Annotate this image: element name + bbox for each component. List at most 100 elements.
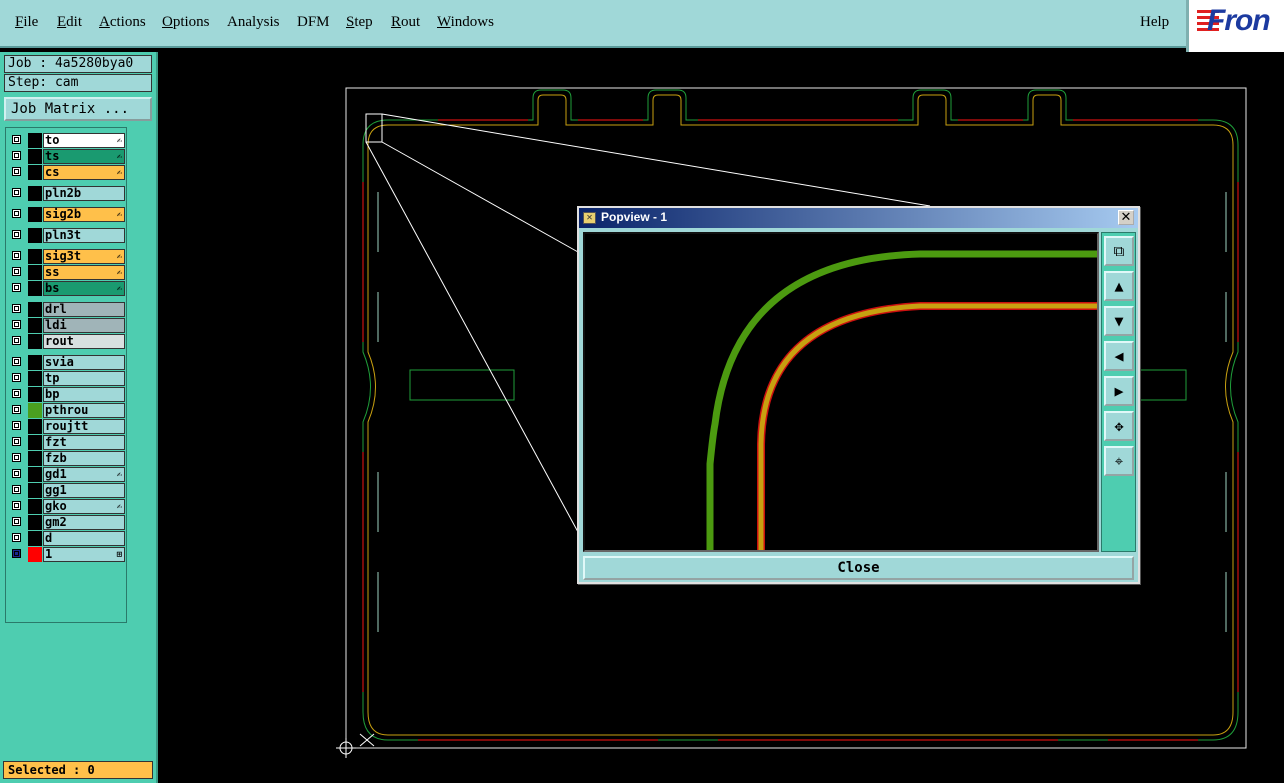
layer-color-swatch[interactable] bbox=[28, 334, 42, 349]
layer-row-fzt[interactable]: fzt bbox=[9, 435, 127, 450]
layer-name[interactable]: rout bbox=[43, 334, 125, 349]
layer-checkbox[interactable] bbox=[12, 549, 21, 558]
layer-color-swatch[interactable] bbox=[28, 499, 42, 514]
layer-name[interactable]: ts ✍ bbox=[43, 149, 125, 164]
layer-checkbox[interactable] bbox=[12, 267, 21, 276]
layer-color-swatch[interactable] bbox=[28, 318, 42, 333]
layer-row-d[interactable]: d bbox=[9, 531, 127, 546]
pan-down-icon[interactable]: ▼ bbox=[1104, 306, 1134, 336]
layer-row-fzb[interactable]: fzb bbox=[9, 451, 127, 466]
layer-color-swatch[interactable] bbox=[28, 186, 42, 201]
layer-color-swatch[interactable] bbox=[28, 419, 42, 434]
layer-checkbox[interactable] bbox=[12, 501, 21, 510]
layer-color-swatch[interactable] bbox=[28, 515, 42, 530]
layer-color-swatch[interactable] bbox=[28, 302, 42, 317]
layer-checkbox[interactable] bbox=[12, 151, 21, 160]
layer-name[interactable]: pthrou bbox=[43, 403, 125, 418]
layer-checkbox[interactable] bbox=[12, 357, 21, 366]
layer-checkbox[interactable] bbox=[12, 336, 21, 345]
layer-name[interactable]: pln3t bbox=[43, 228, 125, 243]
layer-row-pln2b[interactable]: pln2b bbox=[9, 186, 127, 201]
layer-row-tp[interactable]: tp bbox=[9, 371, 127, 386]
layer-checkbox[interactable] bbox=[12, 230, 21, 239]
layer-checkbox[interactable] bbox=[12, 485, 21, 494]
layer-row-rout[interactable]: rout bbox=[9, 334, 127, 349]
layer-row-sig3t[interactable]: sig3t ✍ bbox=[9, 249, 127, 264]
layer-name[interactable]: roujtt bbox=[43, 419, 125, 434]
layer-color-swatch[interactable] bbox=[28, 531, 42, 546]
pan-left-icon[interactable]: ◀ bbox=[1104, 341, 1134, 371]
layer-checkbox[interactable] bbox=[12, 469, 21, 478]
layer-checkbox[interactable] bbox=[12, 304, 21, 313]
layer-name[interactable]: bs ✍ bbox=[43, 281, 125, 296]
layer-row-svia[interactable]: svia bbox=[9, 355, 127, 370]
layer-name[interactable]: ss ✍ bbox=[43, 265, 125, 280]
layer-color-swatch[interactable] bbox=[28, 371, 42, 386]
layer-row-pln3t[interactable]: pln3t bbox=[9, 228, 127, 243]
layer-name[interactable]: gg1 bbox=[43, 483, 125, 498]
layer-name[interactable]: d bbox=[43, 531, 125, 546]
layer-color-swatch[interactable] bbox=[28, 483, 42, 498]
layer-color-swatch[interactable] bbox=[28, 265, 42, 280]
layer-color-swatch[interactable] bbox=[28, 547, 42, 562]
popview-zoomed-view[interactable] bbox=[583, 232, 1099, 552]
layer-color-swatch[interactable] bbox=[28, 435, 42, 450]
layer-row-sig2b[interactable]: sig2b ✍ bbox=[9, 207, 127, 222]
layer-row-gko[interactable]: gko ✍ bbox=[9, 499, 127, 514]
layer-checkbox[interactable] bbox=[12, 251, 21, 260]
layer-checkbox[interactable] bbox=[12, 453, 21, 462]
layer-color-swatch[interactable] bbox=[28, 149, 42, 164]
menu-dfm[interactable]: DFM bbox=[297, 14, 330, 31]
menu-actions[interactable]: Actions bbox=[99, 14, 146, 31]
layer-checkbox[interactable] bbox=[12, 405, 21, 414]
layer-row-gg1[interactable]: gg1 bbox=[9, 483, 127, 498]
layer-row-roujtt[interactable]: roujtt bbox=[9, 419, 127, 434]
layer-checkbox[interactable] bbox=[12, 188, 21, 197]
layer-row-drl[interactable]: drl bbox=[9, 302, 127, 317]
layer-name[interactable]: gm2 bbox=[43, 515, 125, 530]
layer-name[interactable]: gd1 ✍ bbox=[43, 467, 125, 482]
layer-color-swatch[interactable] bbox=[28, 387, 42, 402]
layer-color-swatch[interactable] bbox=[28, 355, 42, 370]
pan-right-icon[interactable]: ▶ bbox=[1104, 376, 1134, 406]
layer-row-cs[interactable]: cs ✍ bbox=[9, 165, 127, 180]
layer-name[interactable]: tp bbox=[43, 371, 125, 386]
layer-checkbox[interactable] bbox=[12, 320, 21, 329]
layer-checkbox[interactable] bbox=[12, 437, 21, 446]
zoom-out-icon[interactable]: ⌖ bbox=[1104, 446, 1134, 476]
menu-analysis[interactable]: Analysis bbox=[227, 14, 280, 31]
layer-color-swatch[interactable] bbox=[28, 228, 42, 243]
layer-name[interactable]: 1 ⊞ bbox=[43, 547, 125, 562]
layer-row-ldi[interactable]: ldi bbox=[9, 318, 127, 333]
close-button[interactable]: Close bbox=[583, 556, 1134, 580]
layer-row-gd1[interactable]: gd1 ✍ bbox=[9, 467, 127, 482]
layer-row-to[interactable]: to ✍ bbox=[9, 133, 127, 148]
layer-color-swatch[interactable] bbox=[28, 165, 42, 180]
job-matrix-button[interactable]: Job Matrix ... bbox=[4, 97, 152, 121]
menu-file[interactable]: File bbox=[15, 14, 38, 31]
layer-color-swatch[interactable] bbox=[28, 133, 42, 148]
layer-row-gm2[interactable]: gm2 bbox=[9, 515, 127, 530]
layer-name[interactable]: ldi bbox=[43, 318, 125, 333]
menu-windows[interactable]: Windows bbox=[437, 14, 494, 31]
zoom-in-icon[interactable]: ✥ bbox=[1104, 411, 1134, 441]
layer-name[interactable]: pln2b bbox=[43, 186, 125, 201]
layer-color-swatch[interactable] bbox=[28, 207, 42, 222]
layer-color-swatch[interactable] bbox=[28, 249, 42, 264]
layer-checkbox[interactable] bbox=[12, 389, 21, 398]
menu-edit[interactable]: Edit bbox=[57, 14, 82, 31]
layer-name[interactable]: drl bbox=[43, 302, 125, 317]
menu-step[interactable]: Step bbox=[346, 14, 373, 31]
layer-checkbox[interactable] bbox=[12, 373, 21, 382]
layer-color-swatch[interactable] bbox=[28, 451, 42, 466]
layer-color-swatch[interactable] bbox=[28, 403, 42, 418]
layer-name[interactable]: fzt bbox=[43, 435, 125, 450]
layer-name[interactable]: sig3t ✍ bbox=[43, 249, 125, 264]
layer-checkbox[interactable] bbox=[12, 533, 21, 542]
layer-row-bp[interactable]: bp bbox=[9, 387, 127, 402]
popview-titlebar[interactable]: ✕ Popview - 1 ✕ bbox=[579, 208, 1138, 228]
menu-help[interactable]: Help bbox=[1140, 14, 1169, 31]
layer-checkbox[interactable] bbox=[12, 209, 21, 218]
layer-name[interactable]: svia bbox=[43, 355, 125, 370]
layer-row-ss[interactable]: ss ✍ bbox=[9, 265, 127, 280]
